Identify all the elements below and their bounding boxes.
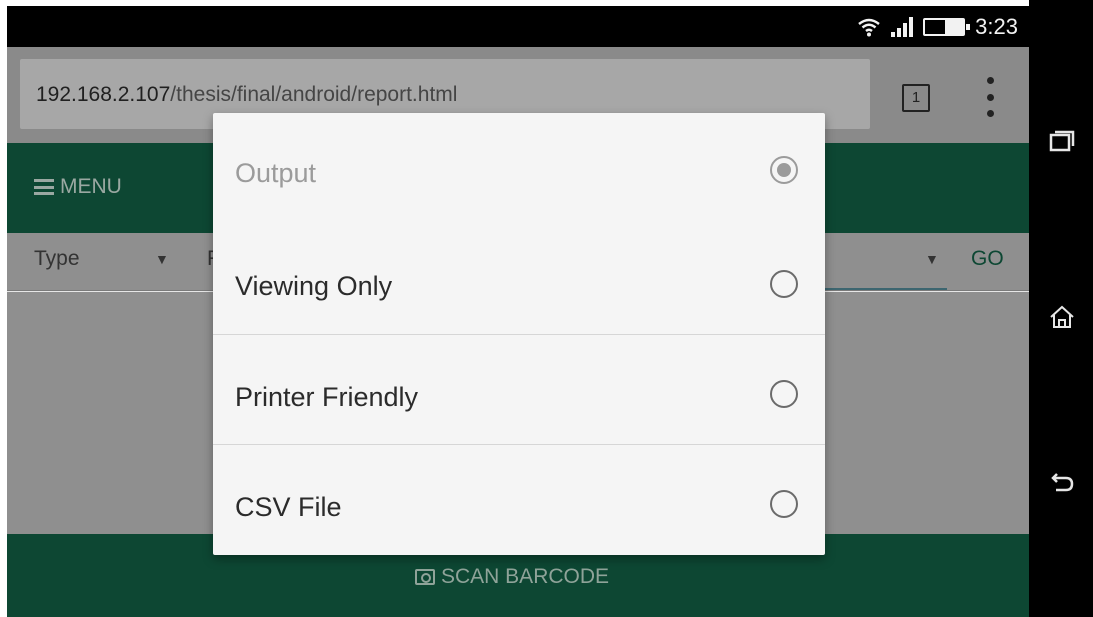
url-text: 192.168.2.107/thesis/final/android/repor… [36, 83, 457, 107]
radio-button[interactable] [770, 490, 798, 518]
second-dropdown-arrow-icon: ▼ [925, 251, 939, 267]
option-csv-file[interactable]: CSV File [213, 444, 825, 554]
battery-icon [923, 17, 971, 36]
scan-label: SCAN BARCODE [441, 565, 610, 588]
option-label: CSV File [235, 492, 342, 522]
navigation-bar [1029, 0, 1093, 617]
menu-label: MENU [60, 175, 122, 198]
go-button[interactable]: GO [971, 247, 1004, 271]
output-dialog: Output Viewing Only Printer Friendly CSV… [213, 113, 825, 555]
radio-button[interactable] [770, 270, 798, 298]
option-viewing-only[interactable]: Viewing Only [213, 223, 825, 333]
url-host: 192.168.2.107 [36, 83, 171, 106]
status-bar: 3:23 [7, 6, 1029, 47]
status-icons: 3:23 [857, 6, 1018, 47]
title-radio-icon [770, 156, 798, 184]
option-printer-friendly[interactable]: Printer Friendly [213, 334, 825, 444]
overflow-menu-icon[interactable] [985, 77, 995, 117]
hamburger-icon [34, 179, 54, 195]
wifi-icon [858, 18, 880, 36]
back-icon[interactable] [1049, 470, 1075, 496]
scan-barcode-button[interactable]: SCAN BARCODE [415, 565, 609, 589]
camera-icon [415, 569, 435, 585]
dialog-title-row: Output [213, 113, 825, 223]
type-select[interactable]: Type [34, 247, 80, 271]
recent-apps-icon[interactable] [1049, 128, 1075, 154]
type-dropdown-arrow-icon: ▼ [155, 251, 169, 267]
tab-switcher-button[interactable]: 1 [902, 84, 930, 112]
status-time: 3:23 [975, 13, 1018, 39]
option-label: Printer Friendly [235, 382, 419, 412]
menu-button[interactable]: MENU [34, 175, 122, 199]
home-icon[interactable] [1049, 304, 1075, 330]
url-path: /thesis/final/android/report.html [170, 83, 458, 106]
device-screen: 3:23 192.168.2.107/thesis/final/android/… [7, 6, 1029, 617]
radio-button[interactable] [770, 380, 798, 408]
signal-icon [891, 16, 914, 37]
option-label: Viewing Only [235, 271, 393, 301]
dialog-title: Output [235, 158, 317, 188]
